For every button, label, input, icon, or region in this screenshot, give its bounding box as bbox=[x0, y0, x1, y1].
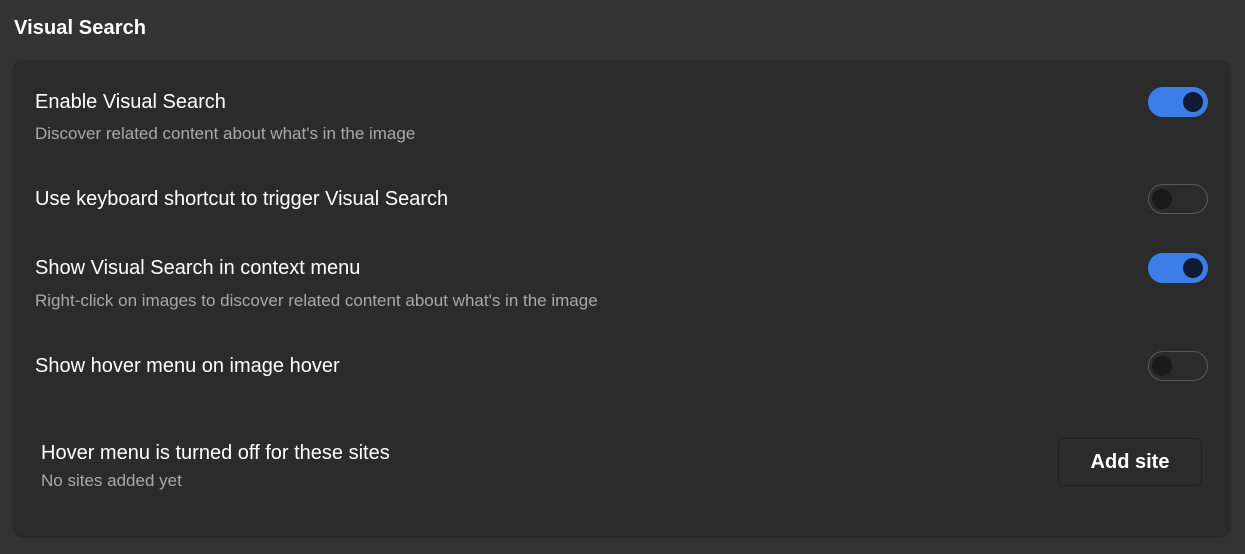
setting-title: Use keyboard shortcut to trigger Visual … bbox=[35, 188, 449, 210]
visual-search-settings-card: Enable Visual Search Discover related co… bbox=[13, 60, 1230, 536]
toggle-knob bbox=[1152, 189, 1172, 209]
hover-menu-sites-status: No sites added yet bbox=[41, 471, 182, 490]
setting-title: Show Visual Search in context menu bbox=[35, 257, 361, 279]
add-site-button[interactable]: Add site bbox=[1058, 438, 1202, 486]
setting-title: Enable Visual Search bbox=[35, 91, 226, 113]
toggle-knob bbox=[1183, 258, 1203, 278]
setting-description: Discover related content about what's in… bbox=[35, 124, 416, 143]
hover-menu-toggle[interactable] bbox=[1148, 351, 1208, 381]
context-menu-toggle[interactable] bbox=[1148, 253, 1208, 283]
setting-description: Right-click on images to discover relate… bbox=[35, 291, 598, 310]
toggle-knob bbox=[1152, 356, 1172, 376]
toggle-knob bbox=[1183, 92, 1203, 112]
hover-menu-sites-title: Hover menu is turned off for these sites bbox=[41, 442, 390, 464]
enable-visual-search-toggle[interactable] bbox=[1148, 87, 1208, 117]
section-title: Visual Search bbox=[14, 17, 147, 39]
keyboard-shortcut-toggle[interactable] bbox=[1148, 184, 1208, 214]
setting-title: Show hover menu on image hover bbox=[35, 355, 340, 377]
settings-page: Visual Search Enable Visual Search Disco… bbox=[0, 0, 1245, 554]
